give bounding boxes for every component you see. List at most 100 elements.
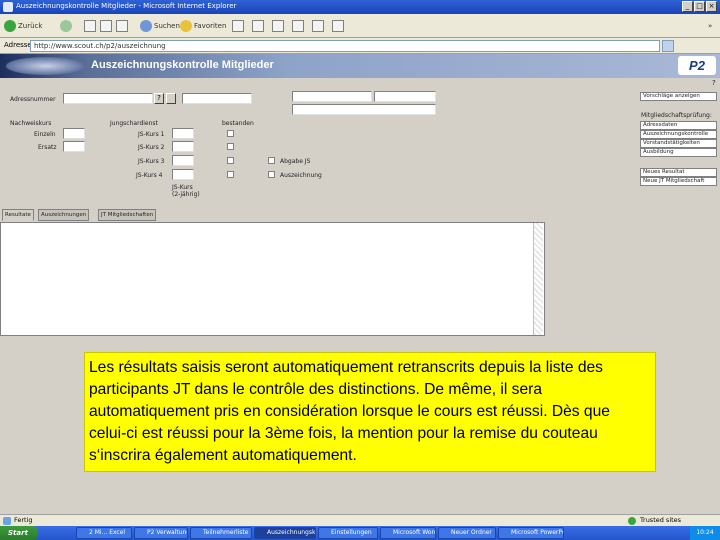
neues-resultat-button[interactable]: Neues Resultat: [640, 168, 717, 177]
kurs-label-2: JS-Kurs 2: [138, 144, 165, 151]
help-icon[interactable]: ?: [712, 79, 716, 87]
mail-button[interactable]: [252, 18, 264, 34]
zone-icon: [628, 517, 636, 525]
messenger-icon: [332, 20, 344, 32]
edit-button[interactable]: [292, 18, 304, 34]
edit-icon: [292, 20, 304, 32]
kurs-checkbox-3[interactable]: [227, 157, 234, 164]
refresh-button[interactable]: [100, 18, 112, 34]
abgabe-label: Abgabe JS: [280, 158, 311, 165]
app-header: Auszeichnungskontrolle Mitglieder P2: [0, 54, 720, 78]
address-dropdown-icon[interactable]: [662, 40, 674, 52]
address-name-field: [182, 93, 252, 104]
browser-toolbar: Zurück Suchen Favoriten »: [0, 14, 720, 38]
kurs-input-1[interactable]: [172, 128, 194, 139]
stop-button[interactable]: [84, 18, 96, 34]
kurs-input-3[interactable]: [172, 155, 194, 166]
print-button[interactable]: [272, 18, 284, 34]
kurs-checkbox-1[interactable]: [227, 130, 234, 137]
name-field-2: [374, 91, 436, 102]
taskbar: Start 2 Mi... Excel P2 Verwaltung Teilne…: [0, 526, 720, 540]
ie-icon: [3, 2, 13, 12]
adressnummer-input[interactable]: [63, 93, 153, 104]
window-title: Auszeichnungskontrolle Mitglieder - Micr…: [16, 2, 237, 10]
kurs-label-1: JS-Kurs 1: [138, 131, 165, 138]
back-label: Zurück: [18, 22, 43, 30]
kurs-label-4: JS-Kurs 4: [136, 172, 163, 179]
task-6[interactable]: Microsoft Word: [380, 527, 436, 539]
list-scrollbar[interactable]: [533, 223, 543, 335]
forward-icon: [60, 20, 72, 32]
home-button[interactable]: [116, 18, 128, 34]
discuss-icon: [312, 20, 324, 32]
name-field-1: [292, 91, 372, 102]
right-section-label: Mitgliedschaftsprüfung:: [641, 112, 712, 119]
favorites-icon: [180, 20, 192, 32]
nachweiskurs-label: Nachweiskurs: [10, 120, 52, 127]
name-field-3: [292, 104, 436, 115]
kurs-checkbox-4[interactable]: [227, 171, 234, 178]
nachweis-label-1: Einzeln: [34, 131, 56, 138]
task-1[interactable]: 2 Mi... Excel: [76, 527, 132, 539]
kurs-input-2[interactable]: [172, 141, 194, 152]
task-3[interactable]: Teilnehmerliste: [190, 527, 252, 539]
search-button[interactable]: Suchen: [140, 18, 180, 34]
discuss-button[interactable]: [312, 18, 324, 34]
right-panel: Vorschläge anzeigen Mitgliedschaftsprüfu…: [638, 78, 720, 222]
zone-text: Trusted sites: [640, 516, 682, 524]
bestanden-label: bestanden: [222, 120, 254, 127]
vorschlaege-button[interactable]: Vorschläge anzeigen: [640, 92, 717, 101]
print-icon: [272, 20, 284, 32]
neue-jt-button[interactable]: Neue JT Mitgliedschaft: [640, 177, 717, 186]
app-title: Auszeichnungskontrolle Mitglieder: [91, 59, 274, 71]
nachweis-input-2[interactable]: [63, 141, 85, 152]
home-icon: [116, 20, 128, 32]
task-4[interactable]: Auszeichnungsko...: [254, 527, 316, 539]
task-5[interactable]: Einstellungen: [318, 527, 378, 539]
tab-resultate[interactable]: Resultate: [2, 209, 34, 221]
toolbar-more[interactable]: »: [708, 18, 712, 34]
abgabe-checkbox[interactable]: [268, 157, 275, 164]
status-text: Fertig: [14, 516, 33, 524]
back-icon: [4, 20, 16, 32]
favorites-button[interactable]: Favoriten: [180, 18, 226, 34]
forward-button[interactable]: [60, 18, 72, 34]
right-button-4[interactable]: Ausbildung: [640, 148, 717, 157]
right-button-3[interactable]: Vorstandstätigkeiten: [640, 139, 717, 148]
refresh-icon: [100, 20, 112, 32]
start-button[interactable]: Start: [0, 526, 38, 540]
close-button[interactable]: ×: [706, 1, 717, 12]
lookup-button[interactable]: ?: [154, 93, 164, 104]
window-titlebar: Auszeichnungskontrolle Mitglieder - Micr…: [0, 0, 720, 14]
right-button-2[interactable]: Auszeichnungskontrolle: [640, 130, 717, 139]
stop-icon: [84, 20, 96, 32]
clock: 10:24: [690, 526, 720, 540]
back-button[interactable]: Zurück: [4, 18, 42, 34]
lookup-icon[interactable]: [166, 93, 176, 104]
app-logo: [6, 57, 86, 75]
task-8[interactable]: Microsoft PowerPoint: [498, 527, 564, 539]
task-2[interactable]: P2 Verwaltung: [134, 527, 188, 539]
messenger-button[interactable]: [332, 18, 344, 34]
address-input[interactable]: http://www.scout.ch/p2/auszeichnung: [30, 40, 660, 52]
search-label: Suchen: [154, 22, 180, 30]
results-list[interactable]: [0, 222, 545, 336]
task-7[interactable]: Neuer Ordner: [438, 527, 496, 539]
minimize-button[interactable]: _: [682, 1, 693, 12]
nachweis-input-1[interactable]: [63, 128, 85, 139]
maximize-button[interactable]: □: [694, 1, 705, 12]
right-button-1[interactable]: Adressdaten: [640, 121, 717, 130]
kurs-input-4[interactable]: [172, 169, 194, 180]
tab-auszeichnungen[interactable]: Auszeichnungen: [38, 209, 90, 221]
kurs-label-3: JS-Kurs 3: [138, 158, 165, 165]
history-button[interactable]: [232, 18, 244, 34]
jungschar-label: Jungschardienst: [110, 120, 158, 127]
kurs-checkbox-2[interactable]: [227, 143, 234, 150]
brand-logo: P2: [678, 56, 716, 75]
nachweis-label-2: Ersatz: [38, 144, 57, 151]
status-icon: [3, 517, 11, 525]
auszeichnung-checkbox[interactable]: [268, 171, 275, 178]
adressnummer-label: Adressnummer: [10, 96, 56, 103]
mail-icon: [252, 20, 264, 32]
tab-jt-mitgliedschaften[interactable]: JT Mitgliedschaften: [98, 209, 157, 221]
